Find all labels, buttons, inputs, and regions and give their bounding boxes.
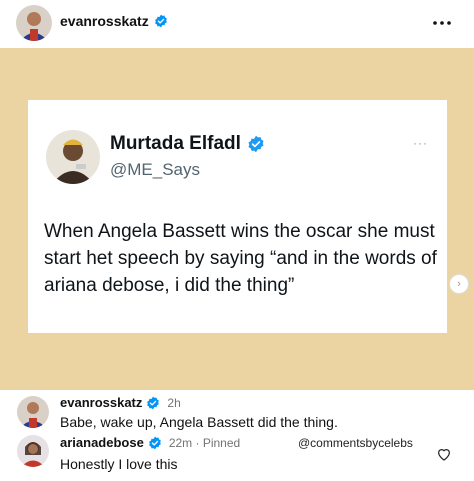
post-username[interactable]: evanrosskatz (60, 13, 168, 29)
comment-username-label[interactable]: evanrosskatz (60, 395, 142, 410)
verified-badge-icon (147, 396, 160, 409)
username-label[interactable]: evanrosskatz (60, 13, 149, 29)
tweet-author-name: Murtada Elfadl (110, 133, 265, 155)
more-options-icon[interactable] (430, 13, 454, 33)
comment-text: Babe, wake up, Angela Bassett did the th… (60, 414, 338, 430)
verified-badge-icon (154, 14, 167, 28)
verified-badge-icon (248, 135, 264, 153)
comment-timestamp: 22m · Pinned (168, 435, 241, 450)
comment-avatar[interactable] (17, 435, 49, 467)
tweet-more-icon: ··· (413, 136, 428, 150)
tweet-card: Murtada Elfadl @ME_Says ··· When Angela … (28, 100, 447, 333)
post-image[interactable]: Murtada Elfadl @ME_Says ··· When Angela … (0, 48, 474, 390)
tweet-avatar (46, 130, 100, 184)
tweet-handle: @ME_Says (110, 160, 201, 179)
comment-timestamp: 2h (167, 395, 181, 410)
comment-avatar[interactable] (17, 396, 49, 428)
watermark: @commentsbycelebs (298, 436, 413, 450)
avatar[interactable] (16, 5, 52, 41)
tweet-text: When Angela Bassett wins the oscar she m… (44, 221, 437, 296)
comment-username[interactable]: arianadebose 22m · Pinned (60, 435, 240, 450)
comment-text: Honestly I love this (60, 456, 178, 472)
chevron-right-icon[interactable]: › (449, 274, 469, 294)
post-header: evanrosskatz (0, 0, 474, 48)
heart-icon[interactable] (436, 446, 452, 462)
verified-badge-icon (148, 436, 161, 449)
comment-username[interactable]: evanrosskatz 2h (60, 395, 181, 410)
comment-username-label[interactable]: arianadebose (60, 435, 144, 450)
comments-section: evanrosskatz 2h Babe, wake up, Angela Ba… (0, 390, 474, 481)
tweet-author-label: Murtada Elfadl (110, 133, 241, 154)
